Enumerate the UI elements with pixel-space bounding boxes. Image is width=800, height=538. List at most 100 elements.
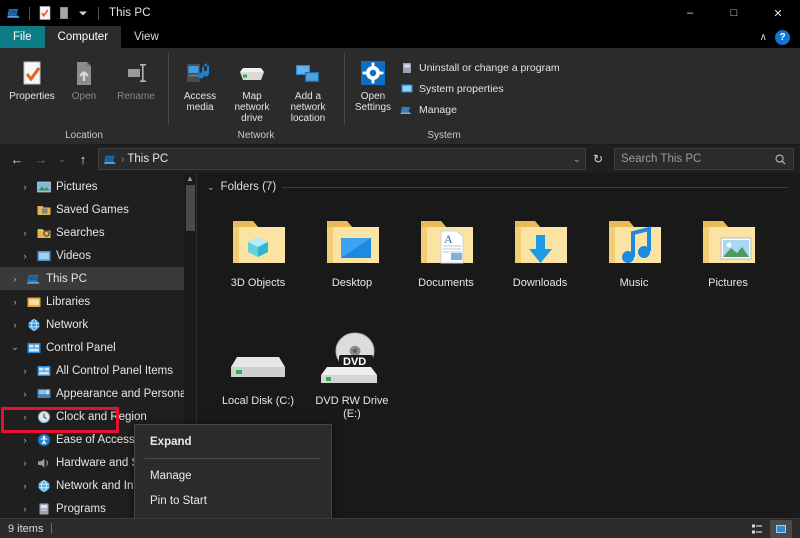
breadcrumb-dropdown-icon[interactable]: ⌄ bbox=[573, 154, 581, 165]
expand-arrow-icon[interactable]: › bbox=[8, 274, 22, 284]
tab-view[interactable]: View bbox=[121, 26, 172, 48]
open-settings-button[interactable]: Open Settings bbox=[350, 55, 396, 115]
nav-item-saved-games[interactable]: Saved Games bbox=[0, 198, 196, 221]
map-network-drive-icon bbox=[235, 57, 269, 91]
open-button[interactable]: Open bbox=[58, 55, 110, 104]
manage-item[interactable]: Manage bbox=[400, 101, 560, 118]
expand-arrow-icon[interactable]: › bbox=[18, 228, 32, 238]
nav-item-videos[interactable]: › Videos bbox=[0, 244, 196, 267]
window-controls: – □ ✕ bbox=[668, 0, 800, 26]
expand-arrow-icon[interactable]: › bbox=[18, 366, 32, 376]
hardware-sound-icon bbox=[36, 455, 52, 471]
tab-file[interactable]: File bbox=[0, 26, 45, 48]
context-menu-item-expand[interactable]: Expand bbox=[135, 429, 331, 454]
expand-arrow-icon[interactable]: › bbox=[8, 297, 22, 307]
nav-item-control-panel[interactable]: ⌄ Control Panel bbox=[0, 336, 196, 359]
item-label: DVD RW Drive (E:) bbox=[306, 395, 398, 421]
scrollbar-thumb[interactable] bbox=[186, 185, 195, 231]
properties-button[interactable]: Properties bbox=[6, 55, 58, 104]
context-menu-item-map-network-drive[interactable]: Map network drive... bbox=[135, 513, 331, 518]
nav-item-this-pc[interactable]: › This PC bbox=[0, 267, 196, 290]
back-button[interactable]: ← bbox=[6, 148, 28, 170]
expand-arrow-icon[interactable]: › bbox=[18, 435, 32, 445]
breadcrumb-this-pc[interactable]: This PC bbox=[127, 153, 168, 165]
map-network-drive-button[interactable]: Map network drive bbox=[226, 55, 278, 126]
context-menu-item-manage[interactable]: Manage bbox=[135, 463, 331, 488]
item-downloads[interactable]: Downloads bbox=[493, 201, 587, 307]
folders-group-label: Folders (7) bbox=[221, 181, 277, 193]
expand-arrow-icon[interactable]: › bbox=[18, 389, 32, 399]
chevron-down-icon[interactable]: ⌄ bbox=[207, 182, 215, 193]
expand-arrow-icon[interactable]: › bbox=[18, 412, 32, 422]
context-menu-item-pin-to-start[interactable]: Pin to Start bbox=[135, 488, 331, 513]
expand-arrow-icon[interactable]: › bbox=[18, 504, 32, 514]
scroll-up-icon[interactable]: ▲ bbox=[186, 173, 194, 185]
large-icons-view-icon[interactable] bbox=[770, 520, 792, 538]
open-icon[interactable] bbox=[56, 5, 72, 21]
this-pc-icon[interactable] bbox=[6, 5, 22, 21]
network-icon bbox=[26, 317, 42, 333]
forward-button[interactable]: → bbox=[30, 148, 52, 170]
expand-arrow-icon[interactable]: › bbox=[18, 458, 32, 468]
search-input[interactable]: Search This PC bbox=[621, 153, 774, 165]
recent-locations-button[interactable]: ⌄ bbox=[54, 148, 70, 170]
details-view-icon[interactable] bbox=[746, 520, 768, 538]
uninstall-or-change-a-program-item[interactable]: Uninstall or change a program bbox=[400, 59, 560, 76]
breadcrumb[interactable]: › This PC ⌄ bbox=[98, 148, 586, 170]
search-box[interactable]: Search This PC bbox=[614, 148, 794, 170]
system-properties-item[interactable]: System properties bbox=[400, 80, 560, 97]
content-scrollbar[interactable] bbox=[788, 173, 800, 518]
add-network-location-button[interactable]: Add a network location bbox=[278, 55, 338, 126]
nav-item-libraries[interactable]: › Libraries bbox=[0, 290, 196, 313]
nav-item-pictures[interactable]: › Pictures bbox=[0, 175, 196, 198]
status-divider bbox=[51, 523, 52, 534]
nav-item-all-control-panel-items[interactable]: › All Control Panel Items bbox=[0, 359, 196, 382]
minimize-button[interactable]: – bbox=[668, 0, 712, 26]
tab-computer[interactable]: Computer bbox=[45, 26, 122, 48]
item-3d-objects[interactable]: 3D Objects bbox=[211, 201, 305, 307]
control-panel-icon bbox=[36, 363, 52, 379]
access-media-icon bbox=[184, 57, 216, 91]
open-button-label: Open bbox=[72, 91, 96, 102]
nav-item-network[interactable]: › Network bbox=[0, 313, 196, 336]
context-menu: Expand Manage Pin to Start Map network d… bbox=[134, 424, 332, 518]
collapse-ribbon-icon[interactable]: ∧ bbox=[760, 32, 767, 43]
add-network-location-icon bbox=[292, 57, 324, 91]
help-button[interactable]: ? bbox=[775, 30, 790, 45]
nav-item-searches[interactable]: › Searches bbox=[0, 221, 196, 244]
item-dvd-rw-drive-e[interactable]: DVD DVD RW Drive (E:) bbox=[305, 319, 399, 425]
expand-arrow-icon[interactable]: › bbox=[18, 251, 32, 261]
item-music[interactable]: Music bbox=[587, 201, 681, 307]
view-mode-buttons bbox=[746, 520, 792, 538]
access-media-button[interactable]: Access media bbox=[174, 55, 226, 115]
nav-item-label: Ease of Access bbox=[56, 434, 135, 446]
customize-quick-access-chevron-icon[interactable] bbox=[75, 5, 91, 21]
refresh-button[interactable]: ↻ bbox=[588, 148, 608, 170]
close-button[interactable]: ✕ bbox=[756, 0, 800, 26]
nav-item-label: Videos bbox=[56, 250, 91, 262]
folder-3d-objects-icon bbox=[225, 207, 291, 277]
nav-item-label: Control Panel bbox=[46, 342, 116, 354]
up-button[interactable]: ↑ bbox=[72, 148, 94, 170]
expand-arrow-icon[interactable]: › bbox=[18, 481, 32, 491]
item-desktop[interactable]: Desktop bbox=[305, 201, 399, 307]
maximize-button[interactable]: □ bbox=[712, 0, 756, 26]
this-pc-icon bbox=[103, 152, 118, 167]
item-local-disk-c[interactable]: Local Disk (C:) bbox=[211, 319, 305, 425]
item-pictures[interactable]: Pictures bbox=[681, 201, 775, 307]
nav-item-appearance-and-personalization[interactable]: › Appearance and Personalization bbox=[0, 382, 196, 405]
item-documents[interactable]: A Documents bbox=[399, 201, 493, 307]
expand-arrow-icon[interactable]: › bbox=[8, 320, 22, 330]
collapse-arrow-icon[interactable]: ⌄ bbox=[8, 342, 22, 353]
nav-item-label: Programs bbox=[56, 503, 106, 515]
item-label: Music bbox=[620, 277, 649, 290]
folders-group-header[interactable]: ⌄ Folders (7) bbox=[197, 173, 800, 197]
rename-button[interactable]: Rename bbox=[110, 55, 162, 104]
map-network-drive-label: Map network drive bbox=[227, 91, 277, 124]
item-label: Downloads bbox=[513, 277, 567, 290]
expand-arrow-icon[interactable]: › bbox=[18, 182, 32, 192]
videos-icon bbox=[36, 248, 52, 264]
nav-item-label: All Control Panel Items bbox=[56, 365, 173, 377]
properties-icon[interactable] bbox=[37, 5, 53, 21]
properties-icon bbox=[17, 57, 47, 91]
